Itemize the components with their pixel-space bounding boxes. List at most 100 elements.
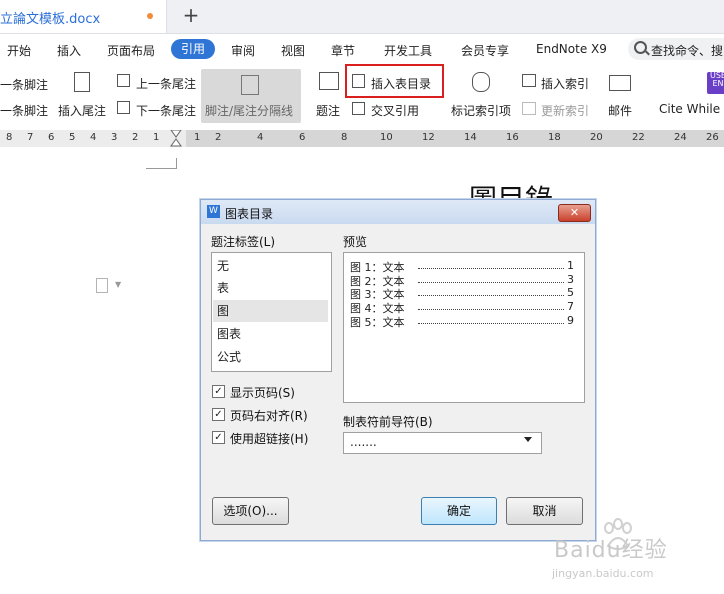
ruler-tick: 1 (153, 132, 160, 143)
tab-sections[interactable]: 章节 (331, 42, 355, 59)
preview-row-page: 7 (567, 300, 574, 313)
ruler-tick: 3 (111, 132, 118, 143)
ok-button[interactable]: 确定 (421, 497, 497, 525)
tab-page-layout[interactable]: 页面布局 (107, 42, 155, 59)
preview-row-page: 9 (567, 314, 574, 327)
tab-insert[interactable]: 插入 (57, 42, 81, 59)
dialog-title: 图表目录 (225, 207, 274, 221)
horizontal-ruler[interactable]: 8 7 6 5 4 3 2 1 1 2 4 6 8 10 12 14 16 18… (0, 130, 724, 147)
tab-leader-select[interactable]: ....... (343, 432, 542, 454)
ruler-tick: 6 (299, 132, 306, 143)
dot-leader (418, 309, 564, 310)
cancel-button[interactable]: 取消 (506, 497, 583, 525)
ruler-tick: 4 (90, 132, 97, 143)
tab-leader-heading: 制表符前导符(B) (343, 415, 433, 429)
preview-row: 图 2：文本 3 (350, 273, 574, 288)
close-button[interactable]: ✕ (558, 204, 591, 222)
ruler-tick: 5 (69, 132, 76, 143)
document-tab[interactable]: 立論文模板.docx (0, 0, 167, 33)
document-tab-title: 立論文模板.docx (0, 12, 101, 27)
dot-leader (418, 295, 564, 296)
ruler-tick: 2 (215, 132, 222, 143)
right-align-checkbox[interactable]: ✓ (212, 408, 225, 421)
caption-label-heading: 题注标签(L) (211, 235, 276, 249)
ruler-tick: 12 (422, 132, 435, 143)
tab-references[interactable]: 引用 (171, 39, 215, 59)
tab-view[interactable]: 视图 (281, 42, 305, 59)
prev-footnote-button[interactable]: 一条脚注 (0, 76, 48, 93)
mail-icon (609, 75, 631, 91)
list-item-selected[interactable]: 图 (213, 300, 328, 322)
ribbon-tabs: 开始 插入 页面布局 引用 审阅 视图 章节 开发工具 会员专享 EndNote… (0, 34, 724, 64)
paragraph-options-icon[interactable] (96, 278, 108, 293)
preview-row-page: 1 (567, 259, 574, 272)
footnote-separator-button[interactable]: 脚注/尾注分隔线 (201, 69, 301, 123)
ruler-tick: 8 (6, 132, 13, 143)
ruler-tick: 2 (132, 132, 139, 143)
endnote-icon (74, 72, 90, 92)
preview-row: 图 5：文本 9 (350, 314, 574, 329)
ruler-tick: 26 (706, 132, 719, 143)
endnote-logo-icon: USE EN (707, 72, 724, 94)
picture-icon (319, 72, 339, 90)
references-toolbar: 一条脚注 一条脚注 插入尾注 上一条尾注 下一条尾注 脚注/尾注分隔线 题注 插… (0, 64, 724, 130)
dialog-titlebar[interactable]: W 图表目录 ✕ (201, 200, 595, 224)
chevron-down-icon (524, 437, 532, 442)
right-align-label: 页码右对齐(R) (230, 409, 308, 423)
cross-reference-icon (352, 102, 365, 115)
tab-member[interactable]: 会员专享 (461, 42, 509, 59)
options-button[interactable]: 选项(O)... (212, 497, 289, 525)
ruler-tick: 10 (380, 132, 393, 143)
next-footnote-button[interactable]: 一条脚注 (0, 102, 48, 119)
ruler-tick: 20 (590, 132, 603, 143)
new-tab-button[interactable]: + (181, 3, 201, 27)
separator-icon (241, 75, 259, 95)
watermark-url: jingyan.baidu.com (552, 567, 654, 580)
tab-leader-value: ....... (350, 435, 377, 449)
ruler-tick: 4 (257, 132, 264, 143)
show-page-label: 显示页码(S) (230, 386, 295, 400)
insert-endnote-label: 插入尾注 (58, 104, 107, 118)
cite-while-label: Cite While Y (659, 102, 724, 116)
use-hyperlink-checkbox[interactable]: ✓ (212, 431, 225, 444)
insert-table-of-figures-button[interactable]: 插入表目录 (371, 75, 431, 92)
preview-box: 图 1：文本 1 图 2：文本 3 图 3：文本 5 图 4：文本 7 图 5：… (343, 252, 585, 403)
ruler-tick: 6 (48, 132, 55, 143)
list-item[interactable]: 无 (213, 255, 328, 277)
indent-marker-icon[interactable] (170, 130, 182, 147)
mail-label: 邮件 (608, 104, 633, 118)
unsaved-dot-icon (147, 13, 153, 19)
next-endnote-button[interactable]: 下一条尾注 (136, 102, 196, 119)
next-endnote-icon (117, 101, 130, 114)
tab-home[interactable]: 开始 (7, 42, 31, 59)
caption-label-list[interactable]: 无 表 图 图表 公式 (211, 252, 332, 372)
update-index-button[interactable]: 更新索引 (541, 102, 589, 119)
caption-label: 题注 (316, 104, 341, 118)
dot-leader (418, 323, 564, 324)
mark-index-label: 标记索引项 (451, 104, 512, 118)
tab-review[interactable]: 审阅 (231, 42, 255, 59)
show-page-checkbox[interactable]: ✓ (212, 385, 225, 398)
preview-heading: 预览 (343, 235, 368, 249)
list-item[interactable]: 公式 (213, 346, 328, 368)
tab-endnote[interactable]: EndNote X9 (536, 42, 607, 56)
insert-index-button[interactable]: 插入索引 (541, 75, 589, 92)
list-item[interactable]: 图表 (213, 323, 328, 345)
search-icon (634, 41, 647, 54)
table-of-figures-dialog: W 图表目录 ✕ 题注标签(L) 无 表 图 图表 公式 预览 图 1：文本 1… (200, 199, 596, 541)
tab-developer[interactable]: 开发工具 (384, 42, 432, 59)
list-item[interactable]: 表 (213, 277, 328, 299)
preview-row: 图 4：文本 7 (350, 300, 574, 315)
title-tab-bar: 立論文模板.docx + (0, 0, 724, 34)
search-placeholder: 查找命令、搜 (651, 44, 724, 58)
preview-row-label: 图 5：文本 (350, 316, 405, 329)
command-search[interactable]: 查找命令、搜 (628, 38, 724, 60)
mark-index-icon (472, 72, 490, 92)
chevron-down-icon[interactable]: ▼ (115, 280, 121, 289)
prev-endnote-icon (117, 74, 130, 87)
dot-leader (418, 268, 564, 269)
update-index-icon (522, 102, 536, 115)
cross-reference-button[interactable]: 交叉引用 (371, 102, 419, 119)
preview-row-page: 5 (567, 286, 574, 299)
prev-endnote-button[interactable]: 上一条尾注 (136, 75, 196, 92)
